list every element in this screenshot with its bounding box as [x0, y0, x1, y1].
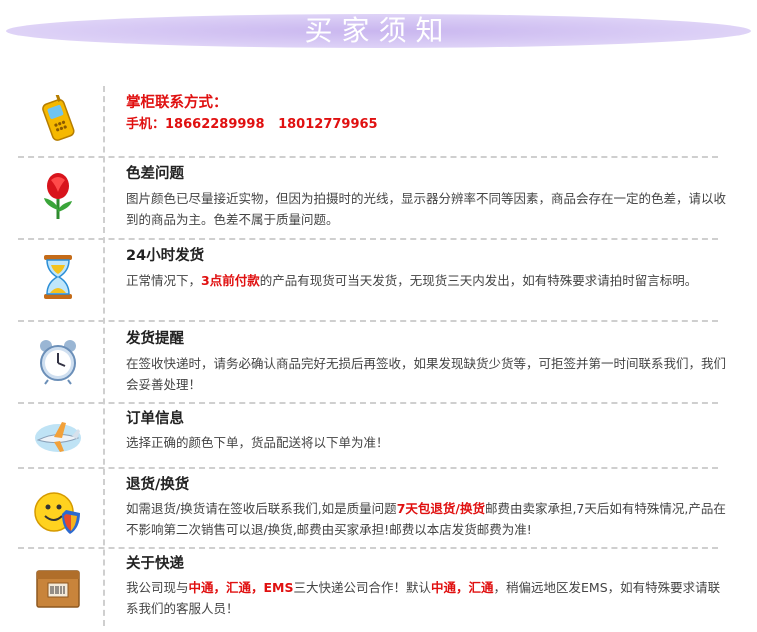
contact-section: 掌柜联系方式： 手机：18662289998 18012779965: [126, 93, 726, 137]
row-divider: [18, 402, 718, 404]
color-diff-title: 色差问题: [126, 166, 184, 182]
returns-highlight: 7天包退货/换货: [396, 501, 485, 516]
order-body: 选择正确的颜色下单，货品配送将以下单为准！: [126, 435, 389, 450]
row-divider: [18, 156, 718, 158]
parcel-box-icon: [36, 570, 80, 608]
returns-section: 退货/换货 如需退货/换货请在签收后联系我们,如是质量问题7天包退货/换货邮费由…: [126, 475, 726, 540]
shipping-body-text: 正常情况下，: [126, 273, 202, 288]
returns-title: 退货/换货: [126, 477, 190, 493]
express-highlight: 中通，汇通，EMS: [188, 580, 294, 595]
express-highlight: 中通，汇通: [431, 580, 494, 595]
airplane-icon: [35, 422, 81, 452]
shipping-body-text: 的产品有现货可当天发货，无现货三天内发出，如有特殊要求请拍时留言标明。: [259, 273, 698, 288]
express-body-text: 我公司现与: [126, 580, 189, 595]
color-diff-body: 图片颜色已尽量接近实物，但因为拍摄时的光线，显示器分辨率不同等因素，商品会存在一…: [126, 191, 727, 227]
shipping-body: 正常情况下，3点前付款的产品有现货可当天发货，无现货三天内发出，如有特殊要求请拍…: [126, 270, 726, 291]
row-divider: [18, 320, 718, 322]
reminder-title: 发货提醒: [126, 331, 184, 347]
order-title: 订单信息: [126, 411, 184, 427]
phone-number-2[interactable]: 18012779965: [278, 117, 378, 132]
express-body-text: 三大快递公司合作！默认: [293, 580, 432, 595]
reminder-section: 发货提醒 在签收快递时，请务必确认商品完好无损后再签收，如果发现缺货少货等，可拒…: [126, 329, 726, 395]
color-diff-section: 色差问题 图片颜色已尽量接近实物，但因为拍摄时的光线，显示器分辨率不同等因素，商…: [126, 164, 726, 230]
contact-title: 掌柜联系方式：: [126, 95, 228, 111]
returns-body-text: 如需退货/换货请在签收后联系我们,如是质量问题: [126, 501, 397, 516]
shipping-section: 24小时发货 正常情况下，3点前付款的产品有现货可当天发货，无现货三天内发出，如…: [126, 246, 726, 291]
smiley-shield-icon: [34, 492, 80, 534]
row-divider: [18, 467, 718, 469]
vertical-divider: [103, 86, 105, 626]
page-title: 买家须知: [304, 14, 453, 47]
alarm-clock-icon: [40, 340, 76, 385]
mobile-phone-icon: [42, 95, 75, 141]
shipping-title: 24小时发货: [126, 248, 205, 264]
shipping-highlight: 3点前付款: [201, 273, 260, 288]
row-divider: [18, 547, 718, 549]
reminder-body: 在签收快递时，请务必确认商品完好无损后再签收，如果发现缺货少货等，可拒签并第一时…: [126, 356, 727, 392]
order-section: 订单信息 选择正确的颜色下单，货品配送将以下单为准！: [126, 409, 726, 453]
returns-body: 如需退货/换货请在签收后联系我们,如是质量问题7天包退货/换货邮费由卖家承担,7…: [126, 498, 726, 540]
row-divider: [18, 238, 718, 240]
express-body: 我公司现与中通，汇通，EMS三大快递公司合作！默认中通，汇通，稍偏远地区发EMS…: [126, 577, 726, 619]
rose-icon: [44, 173, 72, 219]
express-section: 关于快递 我公司现与中通，汇通，EMS三大快递公司合作！默认中通，汇通，稍偏远地…: [126, 554, 726, 619]
phone-line: 手机：18662289998 18012779965: [126, 113, 726, 137]
express-title: 关于快递: [126, 556, 184, 572]
hourglass-icon: [44, 255, 72, 299]
phone-number-1[interactable]: 18662289998: [165, 117, 265, 132]
phone-label: 手机：: [126, 117, 166, 132]
